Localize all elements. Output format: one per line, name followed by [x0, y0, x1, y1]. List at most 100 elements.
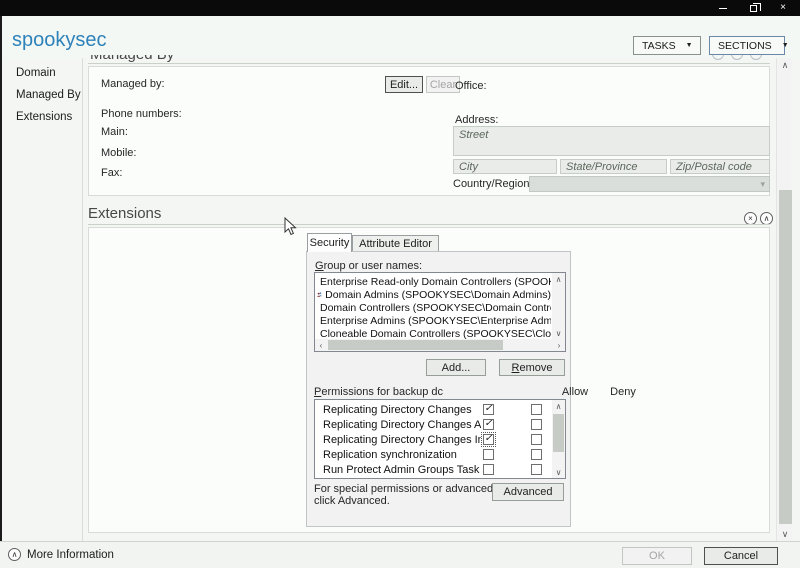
allow-checkbox[interactable]: ✓: [483, 464, 494, 475]
scroll-down-icon[interactable]: ∨: [552, 466, 565, 478]
check-icon: ✓: [484, 404, 492, 414]
scroll-down-icon[interactable]: ∨: [778, 527, 792, 541]
restore-button[interactable]: [738, 0, 768, 16]
scroll-down-icon[interactable]: ∨: [552, 327, 565, 339]
state-input[interactable]: State/Province: [560, 159, 667, 174]
managed-by-label: Managed by:: [101, 78, 165, 90]
managed-by-section-title: Managed By: [90, 55, 310, 63]
scroll-up-icon[interactable]: ∧: [552, 273, 565, 285]
list-item[interactable]: Domain Admins (SPOOKYSEC\Domain Admins): [317, 288, 551, 301]
scroll-left-icon[interactable]: ‹: [315, 339, 327, 351]
permissions-vscrollbar[interactable]: ∧ ∨: [552, 400, 565, 478]
group-name: Domain Controllers (SPOOKYSEC\Domain Con…: [320, 302, 551, 314]
footer-bar: ∧ More Information OK Cancel: [0, 541, 800, 568]
main-vscrollbar[interactable]: ∧ ∨: [776, 58, 791, 541]
deny-column-header: Deny: [605, 386, 641, 398]
phone-numbers-label: Phone numbers:: [101, 108, 182, 120]
adac-window: × spookysec TASKS ▼ SECTIONS ▼ Domain Ma…: [0, 0, 800, 568]
ok-button[interactable]: OK: [622, 547, 692, 565]
cancel-button[interactable]: Cancel: [704, 547, 778, 565]
sidebar: Domain Managed By Extensions: [2, 58, 82, 541]
remove-button[interactable]: Remove: [499, 359, 565, 376]
help-circle-icon: [712, 55, 724, 60]
deny-checkbox[interactable]: ✓: [531, 449, 542, 460]
advanced-button[interactable]: Advanced: [492, 483, 564, 501]
close-icon: ×: [748, 215, 753, 223]
managed-by-panel: Managed by: Edit... Clear Phone numbers:…: [88, 66, 770, 196]
office-label: Office:: [455, 80, 487, 92]
edit-button-label: Edit...: [390, 79, 418, 91]
fax-label: Fax:: [101, 167, 122, 179]
allow-checkbox[interactable]: ✓: [483, 419, 494, 430]
tab-security-label: Security: [310, 237, 350, 249]
collapse-circle-icon: [750, 55, 762, 60]
allow-checkbox[interactable]: ✓: [483, 449, 494, 460]
permission-name: Replication synchronization: [323, 448, 481, 463]
street-input[interactable]: Street: [453, 126, 770, 156]
minimize-button[interactable]: [708, 0, 738, 16]
deny-checkbox[interactable]: ✓: [531, 434, 542, 445]
remove-button-label: Remove: [512, 362, 553, 374]
deny-checkbox[interactable]: ✓: [531, 464, 542, 475]
scroll-up-icon[interactable]: ∧: [778, 58, 792, 72]
group-list-hscrollbar[interactable]: ‹ ›: [315, 339, 565, 351]
add-button[interactable]: Add...: [426, 359, 486, 376]
ok-button-label: OK: [649, 550, 665, 562]
permission-name: Replicating Directory Changes: [323, 403, 481, 418]
permissions-list[interactable]: Replicating Directory Changes ✓ ✓ Replic…: [314, 399, 566, 479]
deny-checkbox[interactable]: ✓: [531, 419, 542, 430]
tab-security[interactable]: Security: [307, 233, 352, 252]
group-list-vscrollbar[interactable]: ∧ ∨: [552, 273, 565, 339]
list-item[interactable]: Enterprise Admins (SPOOKYSEC\Enterprise …: [317, 314, 551, 327]
hscroll-thumb[interactable]: [328, 340, 503, 350]
advanced-button-label: Advanced: [504, 486, 553, 498]
allow-checkbox[interactable]: ✓: [483, 434, 494, 445]
sidebar-item-extensions[interactable]: Extensions: [16, 111, 72, 123]
vscroll-thumb[interactable]: [553, 414, 564, 452]
chevron-up-icon: ∧: [12, 551, 18, 559]
check-icon: ✓: [484, 419, 492, 429]
allow-checkbox[interactable]: ✓: [483, 404, 494, 415]
managed-by-section-title-clipped: Managed By: [90, 55, 310, 63]
more-information-toggle[interactable]: ∧: [8, 548, 21, 561]
edit-button[interactable]: Edit...: [385, 76, 423, 93]
deny-checkbox[interactable]: ✓: [531, 404, 542, 415]
security-tab-panel: Group or user names: Enterprise Read-onl…: [306, 251, 571, 527]
list-item[interactable]: Domain Controllers (SPOOKYSEC\Domain Con…: [317, 301, 551, 314]
zip-placeholder: Zip/Postal code: [676, 161, 752, 173]
close-button[interactable]: ×: [768, 0, 798, 16]
zip-input[interactable]: Zip/Postal code: [670, 159, 770, 174]
country-select[interactable]: ▾: [529, 176, 770, 192]
address-label: Address:: [455, 114, 498, 126]
sidebar-item-managed-by[interactable]: Managed By: [16, 89, 81, 101]
chevron-down-icon: ▼: [782, 42, 789, 49]
scroll-right-icon[interactable]: ›: [553, 339, 565, 351]
street-placeholder: Street: [459, 129, 488, 141]
chevron-up-icon: ∧: [764, 215, 770, 223]
country-label: Country/Region:: [453, 178, 533, 190]
state-placeholder: State/Province: [566, 161, 638, 173]
cancel-button-label: Cancel: [724, 550, 758, 562]
tab-attribute-editor-label: Attribute Editor: [359, 238, 432, 250]
select-chevron-icon: ▾: [760, 179, 765, 190]
tasks-label: TASKS: [642, 40, 676, 52]
sections-dropdown-button[interactable]: SECTIONS ▼: [709, 36, 785, 55]
sidebar-item-domain[interactable]: Domain: [16, 67, 56, 79]
group-name: Enterprise Admins (SPOOKYSEC\Enterprise …: [320, 315, 551, 327]
group-names-list[interactable]: Enterprise Read-only Domain Controllers …: [314, 272, 566, 352]
group-name: Cloneable Domain Controllers (SPOOKYSEC\…: [320, 328, 551, 340]
tasks-dropdown-button[interactable]: TASKS ▼: [633, 36, 701, 55]
tab-attribute-editor[interactable]: Attribute Editor: [352, 235, 439, 252]
group-name: Enterprise Read-only Domain Controllers …: [320, 276, 551, 288]
group-icon: [317, 289, 322, 300]
list-item[interactable]: Enterprise Read-only Domain Controllers …: [317, 275, 551, 288]
permission-name: Replicating Directory Changes All: [323, 418, 481, 433]
group-names-label: Group or user names:: [315, 260, 422, 272]
close-icon: ×: [780, 3, 786, 13]
extensions-title-rule: [88, 224, 770, 225]
city-input[interactable]: City: [453, 159, 557, 174]
minimize-icon: [719, 8, 727, 9]
restore-icon: [750, 5, 757, 12]
vscroll-thumb[interactable]: [779, 190, 792, 524]
scroll-up-icon[interactable]: ∧: [552, 400, 565, 412]
